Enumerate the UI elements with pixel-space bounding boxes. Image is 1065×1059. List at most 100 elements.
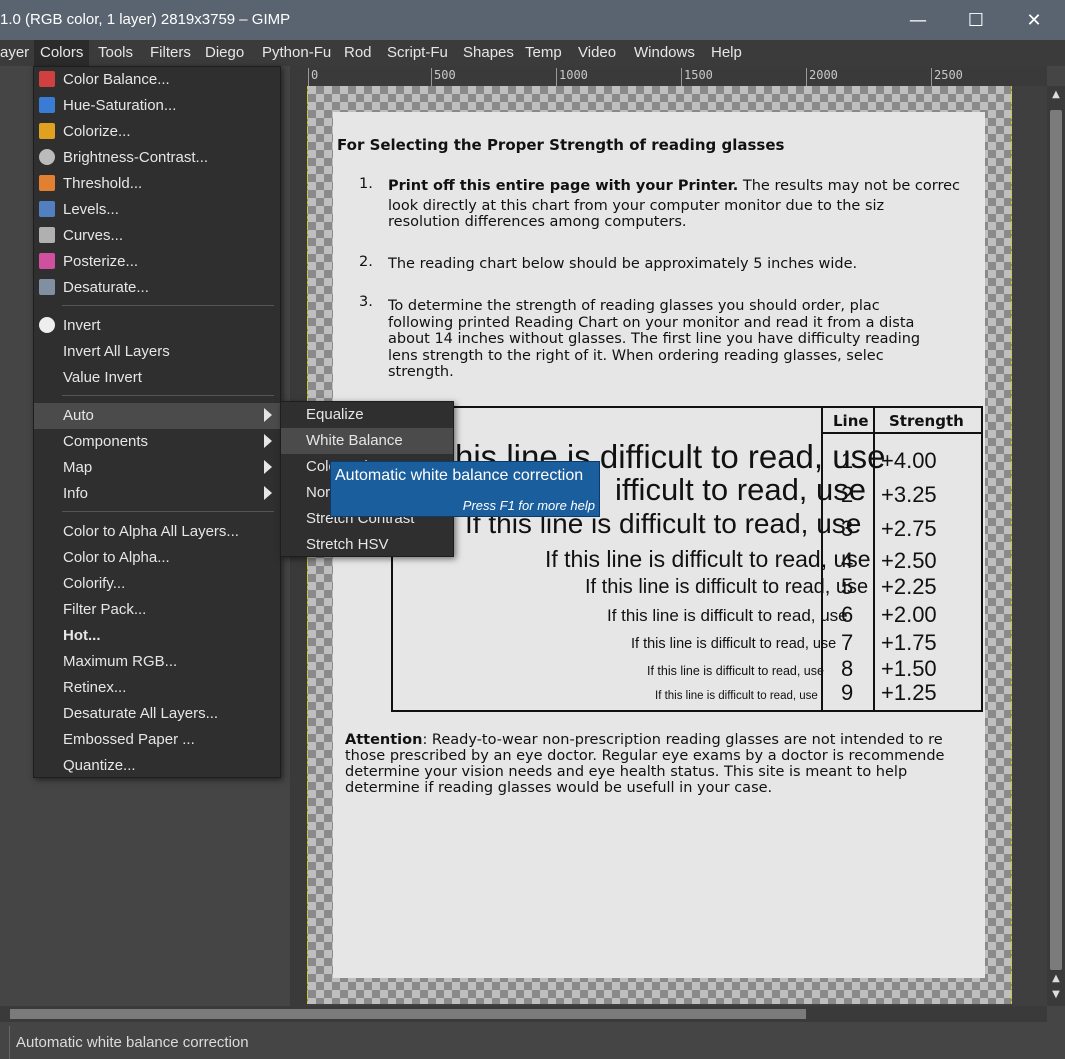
menu-windows[interactable]: Windows xyxy=(634,44,695,61)
threshold-icon xyxy=(39,175,55,191)
menu-temp[interactable]: Temp xyxy=(525,44,562,61)
menu-item-label: Value Invert xyxy=(63,369,142,386)
menu-item-posterize[interactable]: Posterize... xyxy=(34,249,280,275)
menu-separator xyxy=(62,511,274,512)
menu-item-desaturate[interactable]: Desaturate... xyxy=(34,275,280,301)
item1-rest: The results may not be correc xyxy=(738,178,961,194)
menu-item-label: Info xyxy=(63,485,89,502)
menu-item-colorize[interactable]: Colorize... xyxy=(34,119,280,145)
submenu-item-equalize[interactable]: Equalize xyxy=(281,402,453,428)
menu-item-info[interactable]: Info xyxy=(34,481,280,507)
item1-line1: Print off this entire page with your Pri… xyxy=(388,178,960,194)
chart-row-strength: +2.75 xyxy=(881,516,937,541)
scroll-up-icon[interactable]: ▲ xyxy=(1049,972,1063,986)
scroll-up-icon[interactable]: ▲ xyxy=(1049,88,1063,102)
menu-item-label: Filter Pack... xyxy=(63,601,147,618)
horizontal-scroll-thumb[interactable] xyxy=(10,1009,806,1019)
invert-icon xyxy=(39,317,55,333)
menu-item-label: Desaturate... xyxy=(63,279,149,296)
submenu-item-stretch-hsv[interactable]: Stretch HSV xyxy=(281,532,453,558)
menu-item-label: Maximum RGB... xyxy=(63,653,178,670)
item3-line1: To determine the strength of reading gla… xyxy=(388,298,880,314)
menu-filters[interactable]: Filters xyxy=(150,44,191,61)
menu-item-label: Embossed Paper ... xyxy=(63,731,195,748)
menu-item-label: Brightness-Contrast... xyxy=(63,149,209,166)
chart-row-text: If this line is difficult to read, use xyxy=(631,636,837,652)
menu-item-colorify[interactable]: Colorify... xyxy=(34,571,280,597)
list-number: 2. xyxy=(359,254,373,270)
ruler-tick-mark xyxy=(931,68,932,86)
chart-row-strength: +3.25 xyxy=(881,482,937,507)
menu-item-brightness-contrast[interactable]: Brightness-Contrast... xyxy=(34,145,280,171)
ruler-tick: 2000 xyxy=(809,68,838,82)
menu-item-curves[interactable]: Curves... xyxy=(34,223,280,249)
menu-item-color-to-alpha[interactable]: Color to Alpha... xyxy=(34,545,280,571)
chart-row-strength: +2.00 xyxy=(881,602,937,627)
item1-bold: Print off this entire page with your Pri… xyxy=(388,178,739,194)
menu-item-label: Hot... xyxy=(63,627,101,644)
chart-row-strength: +1.75 xyxy=(881,630,937,655)
menu-item-label: Color to Alpha All Layers... xyxy=(63,523,239,540)
horizontal-scrollbar[interactable] xyxy=(0,1006,1047,1022)
levels-icon xyxy=(39,201,55,217)
chart-row-strength: +1.50 xyxy=(881,656,937,681)
minimize-button[interactable]: — xyxy=(889,0,947,40)
menu-python-fu[interactable]: Python-Fu xyxy=(262,44,331,61)
menu-shapes[interactable]: Shapes xyxy=(463,44,514,61)
menu-item-hot[interactable]: Hot... xyxy=(34,623,280,649)
window-title: 1.0 (RGB color, 1 layer) 2819x3759 – GIM… xyxy=(0,11,291,28)
vertical-scroll-thumb[interactable] xyxy=(1050,110,1062,970)
attention-line1: Attention: Ready-to-wear non-prescriptio… xyxy=(345,732,944,748)
menu-item-quantize[interactable]: Quantize... xyxy=(34,753,280,779)
menu-item-levels[interactable]: Levels... xyxy=(34,197,280,223)
menu-item-label: Desaturate All Layers... xyxy=(63,705,219,722)
menu-item-retinex[interactable]: Retinex... xyxy=(34,675,280,701)
tooltip-title: Automatic white balance correction xyxy=(335,467,584,484)
chart-row-line: 4 xyxy=(841,548,854,573)
menu-item-threshold[interactable]: Threshold... xyxy=(34,171,280,197)
menu-item-label: Curves... xyxy=(63,227,124,244)
menu-item-desaturate-all-layers[interactable]: Desaturate All Layers... xyxy=(34,701,280,727)
menu-rod[interactable]: Rod xyxy=(344,44,372,61)
submenu-item-white-balance[interactable]: White Balance xyxy=(281,428,453,454)
ruler-tick: 500 xyxy=(434,68,456,82)
menu-diego[interactable]: Diego xyxy=(205,44,244,61)
status-unit-selector[interactable] xyxy=(0,1026,10,1059)
menu-item-invert[interactable]: Invert xyxy=(34,313,280,339)
menu-item-label: Color Balance... xyxy=(63,71,170,88)
menu-item-invert-all-layers[interactable]: Invert All Layers xyxy=(34,339,280,365)
menu-layer[interactable]: ayer xyxy=(0,44,29,61)
menu-help[interactable]: Help xyxy=(711,44,742,61)
menu-colors[interactable]: Colors xyxy=(34,40,90,66)
menu-item-label: Components xyxy=(63,433,149,450)
menu-item-embossed-paper[interactable]: Embossed Paper ... xyxy=(34,727,280,753)
menu-item-maximum-rgb[interactable]: Maximum RGB... xyxy=(34,649,280,675)
chart-row-text: If this line is difficult to read, use xyxy=(607,606,848,625)
chart-row-strength: +4.00 xyxy=(881,448,937,473)
menu-item-filter-pack[interactable]: Filter Pack... xyxy=(34,597,280,623)
menu-item-components[interactable]: Components xyxy=(34,429,280,455)
curves-icon xyxy=(39,227,55,243)
menu-item-color-balance[interactable]: Color Balance... xyxy=(34,67,280,93)
colors-menu: Color Balance... Hue-Saturation... Color… xyxy=(33,66,281,778)
close-button[interactable]: ✕ xyxy=(1005,0,1063,40)
menu-item-hue-saturation[interactable]: Hue-Saturation... xyxy=(34,93,280,119)
chart-row-line: 5 xyxy=(841,574,854,599)
menu-item-map[interactable]: Map xyxy=(34,455,280,481)
menu-item-auto[interactable]: Auto xyxy=(34,403,280,429)
title-bar: 1.0 (RGB color, 1 layer) 2819x3759 – GIM… xyxy=(0,0,1065,40)
menu-tools[interactable]: Tools xyxy=(98,44,133,61)
maximize-button[interactable]: ☐ xyxy=(947,0,1005,40)
vertical-scrollbar[interactable]: ▲ ▲ ▼ xyxy=(1047,86,1065,1006)
menu-item-value-invert[interactable]: Value Invert xyxy=(34,365,280,391)
submenu-arrow-icon xyxy=(264,408,272,422)
attention-label: Attention xyxy=(345,732,423,748)
menu-video[interactable]: Video xyxy=(578,44,616,61)
scroll-down-icon[interactable]: ▼ xyxy=(1049,988,1063,1002)
ruler-tick-mark xyxy=(681,68,682,86)
horizontal-ruler[interactable]: 0 500 1000 1500 2000 2500 xyxy=(290,66,1047,86)
menu-item-color-to-alpha-all-layers[interactable]: Color to Alpha All Layers... xyxy=(34,519,280,545)
chart-header-strength: Strength xyxy=(889,412,964,430)
menu-script-fu[interactable]: Script-Fu xyxy=(387,44,448,61)
menu-item-label: Posterize... xyxy=(63,253,139,270)
